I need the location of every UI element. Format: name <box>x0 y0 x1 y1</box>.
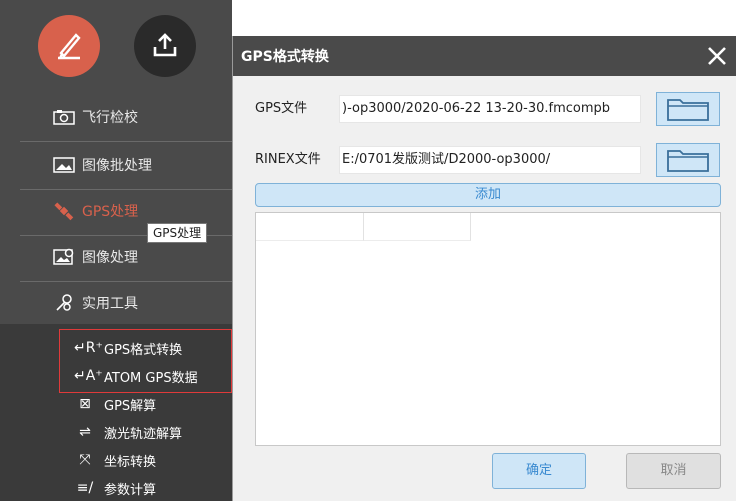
cancel-button[interactable]: 取消 <box>626 453 721 489</box>
sidebar-top <box>0 0 232 92</box>
submenu-item-label: 激光轨迹解算 <box>104 426 183 442</box>
tooltip: GPS处理 <box>147 223 208 243</box>
ok-button[interactable]: 确定 <box>492 453 586 489</box>
gps-file-label: GPS文件 <box>255 101 308 116</box>
parameter-icon: ≡/ <box>76 480 94 496</box>
pen-icon <box>58 33 81 60</box>
nav-item-label: 飞行检校 <box>82 110 138 126</box>
gps-file-field[interactable]: )-op3000/2020-06-22 13-20-30.fmcompb <box>339 95 641 123</box>
sidebar: 飞行检校 图像批处理 GPS处理 GPS处理 图像处理 实用工具 ↵R⁺ GPS… <box>0 0 232 501</box>
folder-icon <box>667 150 709 172</box>
folder-icon <box>667 99 709 121</box>
submenu-item-coordinate-convert[interactable]: ⤧ 坐标转换 <box>74 448 156 472</box>
atom-convert-icon: ↵A⁺ <box>74 368 103 384</box>
upload-button[interactable] <box>134 15 196 77</box>
tools-icon <box>52 293 76 313</box>
list-column-header <box>256 213 364 241</box>
submenu-item-label: 参数计算 <box>104 482 157 498</box>
submenu-item-label: GPS解算 <box>104 398 157 414</box>
nav-item-flight-calibration[interactable]: 飞行检校 <box>0 93 232 141</box>
image-process-icon <box>52 247 76 267</box>
draw-button[interactable] <box>38 15 100 77</box>
submenu-item-label: GPS格式转换 <box>104 342 183 358</box>
nav-item-label: 图像处理 <box>82 250 138 266</box>
nav-item-image-batch[interactable]: 图像批处理 <box>0 141 232 189</box>
rinex-file-field[interactable]: E:/0701发版测试/D2000-op3000/ <box>339 146 641 174</box>
nav-item-tools[interactable]: 实用工具 <box>0 279 232 327</box>
format-convert-icon: ↵R⁺ <box>74 340 103 356</box>
close-button[interactable] <box>701 40 733 72</box>
submenu-item-label: ATOM GPS数据 <box>104 370 198 386</box>
image-batch-icon <box>52 155 76 175</box>
coordinate-icon: ⤧ <box>79 452 91 468</box>
list-column-header <box>364 213 471 241</box>
laser-trajectory-icon: ⇌ <box>79 424 91 440</box>
submenu-item-laser-trajectory[interactable]: ⇌ 激光轨迹解算 <box>74 420 182 444</box>
dialog-title: GPS格式转换 <box>241 49 329 65</box>
satellite-icon <box>52 201 76 221</box>
submenu-item-parameter-calc[interactable]: ≡/ 参数计算 <box>74 476 156 500</box>
submenu-item-gps-solve[interactable]: ⊠ GPS解算 <box>74 392 156 416</box>
file-list[interactable] <box>255 212 721 446</box>
rinex-file-label: RINEX文件 <box>255 152 321 167</box>
close-icon <box>708 47 726 65</box>
submenu-item-label: 坐标转换 <box>104 454 157 470</box>
rinex-browse-button[interactable] <box>656 143 720 177</box>
tools-submenu: ↵R⁺ GPS格式转换 ↵A⁺ ATOM GPS数据 ⊠ GPS解算 ⇌ 激光轨… <box>0 324 232 501</box>
gps-browse-button[interactable] <box>656 92 720 126</box>
upload-icon <box>153 33 177 57</box>
nav-item-label: 图像批处理 <box>82 158 152 174</box>
submenu-item-gps-format-convert[interactable]: ↵R⁺ GPS格式转换 <box>74 336 182 360</box>
nav-item-label: 实用工具 <box>82 296 138 312</box>
gps-format-convert-dialog: GPS格式转换 GPS文件 )-op3000/2020-06-22 13-20-… <box>232 36 736 501</box>
nav-item-label: GPS处理 <box>82 204 139 220</box>
camera-icon <box>52 107 76 127</box>
gps-solve-icon: ⊠ <box>79 396 91 412</box>
dialog-titlebar: GPS格式转换 <box>233 36 736 76</box>
submenu-item-atom-gps[interactable]: ↵A⁺ ATOM GPS数据 <box>74 364 198 388</box>
add-button[interactable]: 添加 <box>255 183 721 207</box>
